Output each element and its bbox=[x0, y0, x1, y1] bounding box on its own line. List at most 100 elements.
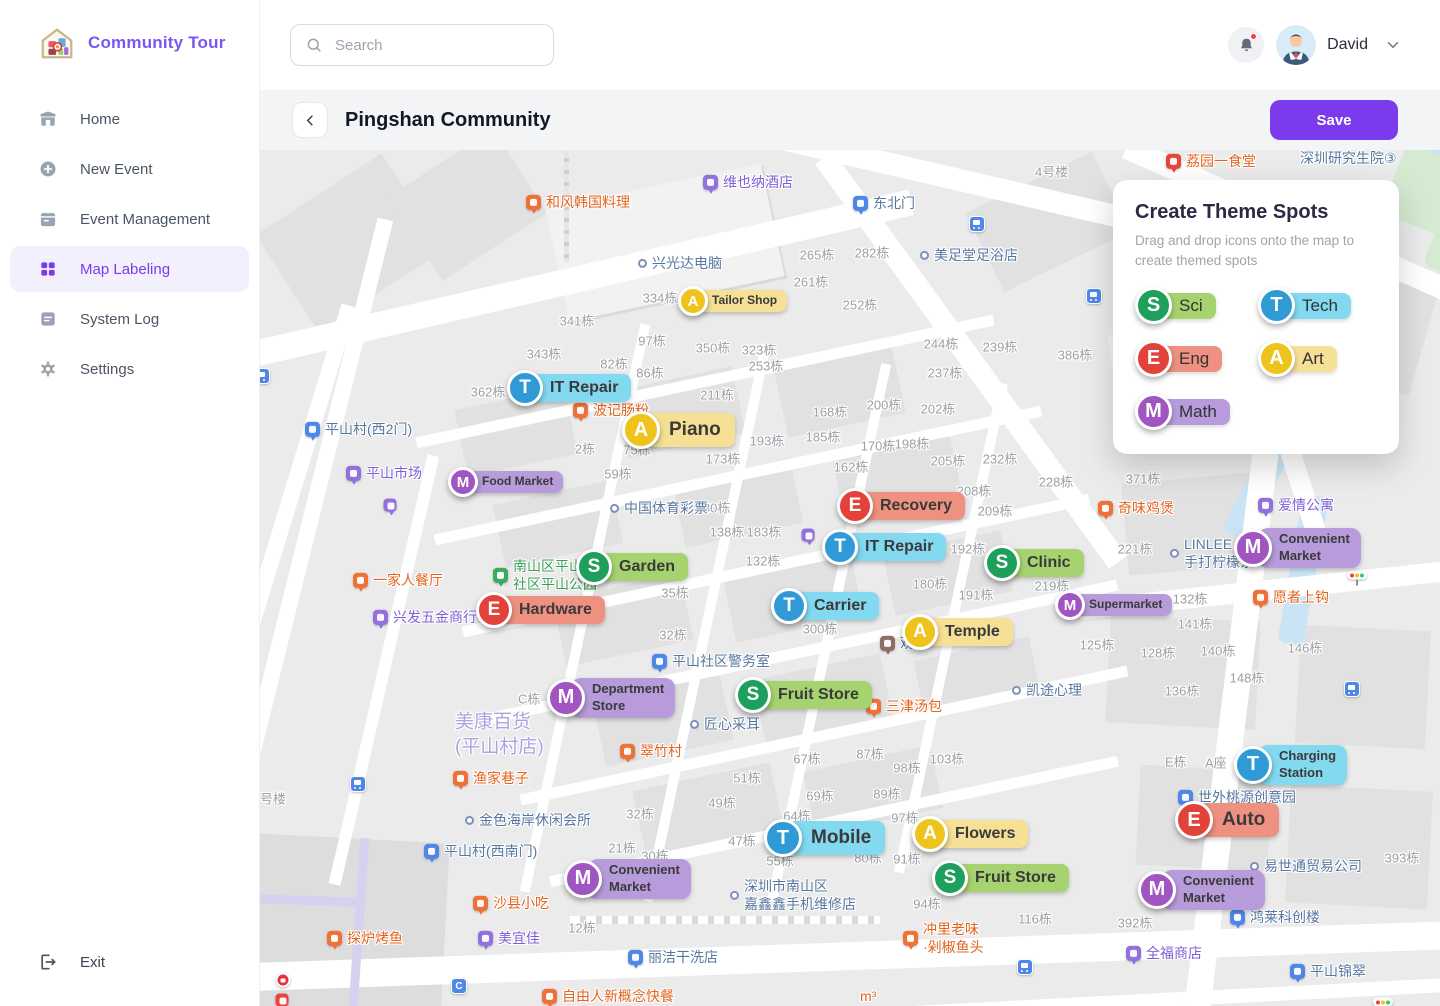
sidebar-item-new-event[interactable]: New Event bbox=[10, 146, 249, 192]
notification-dot bbox=[1250, 33, 1257, 40]
poi-label: 凯途心理 bbox=[1026, 681, 1082, 699]
map-marker-auto[interactable]: EAuto bbox=[1175, 801, 1279, 839]
poi-dot-icon bbox=[730, 891, 739, 900]
building-label: 237栋 bbox=[928, 363, 963, 382]
map-marker-food-market[interactable]: MFood Market bbox=[448, 467, 563, 497]
theme-chip-sci[interactable]: SSci bbox=[1135, 287, 1256, 324]
search-input[interactable] bbox=[333, 36, 523, 55]
building-label: 59栋 bbox=[604, 464, 631, 483]
map-poi: m³ bbox=[860, 987, 876, 1005]
poi-label: 三津汤包 bbox=[886, 697, 942, 715]
theme-chip-eng[interactable]: EEng bbox=[1135, 340, 1256, 377]
poi-label: 深圳市南山区 嘉鑫鑫手机维修店 bbox=[744, 877, 856, 913]
poi-label: 易世通贸易公司 bbox=[1264, 857, 1362, 875]
sidebar-nav: HomeNew EventEvent ManagementMap Labelin… bbox=[0, 92, 259, 396]
map-marker-supermarket[interactable]: MSupermarket bbox=[1055, 590, 1172, 620]
sidebar-item-system-log[interactable]: System Log bbox=[10, 296, 249, 342]
map-marker-flowers[interactable]: AFlowers bbox=[912, 816, 1028, 852]
sidebar-item-settings[interactable]: Settings bbox=[10, 346, 249, 392]
theme-chip-grid: SSciTTechEEngAArtMMath bbox=[1135, 287, 1379, 430]
marker-label: Fruit Store bbox=[757, 681, 872, 710]
poi-label: 美足堂足浴店 bbox=[934, 246, 1018, 264]
map-marker-convenient-market[interactable]: MConvenient Market bbox=[1234, 528, 1361, 568]
map-block bbox=[570, 916, 880, 924]
shop-pin-icon bbox=[384, 499, 397, 512]
building-label: 103栋 bbox=[930, 749, 965, 768]
map-marker-temple[interactable]: ATemple bbox=[902, 614, 1013, 650]
map-marker-recovery[interactable]: ERecovery bbox=[837, 488, 965, 524]
save-button[interactable]: Save bbox=[1270, 100, 1398, 140]
building-label: 244栋 bbox=[924, 334, 959, 353]
grid-icon bbox=[38, 259, 58, 279]
user-menu-chevron-icon[interactable] bbox=[1384, 36, 1402, 54]
theme-chip-art[interactable]: AArt bbox=[1258, 340, 1379, 377]
marker-letter-badge: M bbox=[1138, 871, 1176, 909]
map-marker-tailor-shop[interactable]: ATailor Shop bbox=[678, 286, 787, 316]
poi-label: 全福商店 bbox=[1146, 944, 1202, 962]
poi-label: 和风韩国料理 bbox=[546, 193, 630, 211]
map-marker-convenient-market[interactable]: MConvenient Market bbox=[1138, 870, 1265, 910]
poi-label: 深圳研究生院③ bbox=[1300, 150, 1397, 167]
bus-stop-icon bbox=[260, 368, 270, 384]
map-marker-it-repair[interactable]: TIT Repair bbox=[507, 370, 631, 406]
sidebar-item-event-management[interactable]: Event Management bbox=[10, 196, 249, 242]
map-marker-clinic[interactable]: SClinic bbox=[984, 545, 1084, 581]
marker-label: Fruit Store bbox=[954, 864, 1069, 893]
map-poi: 丽洁干洗店 bbox=[628, 948, 718, 966]
theme-chip-letter: S bbox=[1135, 287, 1172, 324]
map-marker-convenient-market[interactable]: MConvenient Market bbox=[564, 859, 691, 899]
theme-chip-tech[interactable]: TTech bbox=[1258, 287, 1379, 324]
building-label: 362栋 bbox=[471, 382, 506, 401]
marker-letter-badge: S bbox=[576, 549, 612, 585]
app-logo-icon bbox=[38, 24, 76, 62]
building-label: 51栋 bbox=[733, 768, 760, 787]
map-marker-hardware[interactable]: EHardware bbox=[476, 592, 605, 628]
poi-label: 美康百货 (平山村店) bbox=[455, 710, 544, 759]
avatar[interactable] bbox=[1276, 25, 1316, 65]
map-marker-charging-station[interactable]: TCharging Station bbox=[1234, 745, 1347, 785]
plus-icon bbox=[38, 159, 58, 179]
back-button[interactable] bbox=[292, 102, 328, 138]
building-label: 239栋 bbox=[983, 337, 1018, 356]
create-theme-spots-panel: Create Theme Spots Drag and drop icons o… bbox=[1113, 180, 1399, 454]
building-label: 209栋 bbox=[978, 501, 1013, 520]
map-poi: 翠竹村 bbox=[620, 742, 682, 760]
sidebar-item-home[interactable]: Home bbox=[10, 96, 249, 142]
poi-pin-icon bbox=[526, 195, 541, 210]
marker-label: Supermarket bbox=[1071, 594, 1172, 616]
map-marker-fruit-store[interactable]: SFruit Store bbox=[932, 860, 1069, 896]
theme-chip-math[interactable]: MMath bbox=[1135, 393, 1256, 430]
bus-stop-icon bbox=[350, 776, 366, 792]
map-marker-department-store[interactable]: MDepartment Store bbox=[547, 678, 675, 718]
building-label: 89栋 bbox=[873, 784, 900, 803]
map-marker-fruit-store[interactable]: SFruit Store bbox=[735, 677, 872, 713]
marker-letter-badge: M bbox=[1055, 590, 1085, 620]
marker-letter-badge: A bbox=[912, 816, 948, 852]
poi-label: 美宜佳 bbox=[498, 929, 540, 947]
poi-label: C栋 bbox=[518, 692, 540, 709]
map-pin-icon bbox=[276, 994, 289, 1006]
map-marker-mobile[interactable]: TMobile bbox=[764, 819, 885, 857]
building-label: 35栋 bbox=[661, 583, 688, 602]
map-marker-piano[interactable]: APiano bbox=[622, 411, 735, 449]
building-label: 183栋 bbox=[747, 522, 782, 541]
building-label: 87栋 bbox=[856, 744, 883, 763]
poi-dot-icon bbox=[1012, 686, 1021, 695]
poi-label: 号楼 bbox=[260, 792, 286, 809]
search-box[interactable] bbox=[290, 24, 554, 66]
marker-label: Department Store bbox=[571, 678, 675, 718]
sidebar-item-exit[interactable]: Exit bbox=[0, 952, 259, 1006]
map-marker-garden[interactable]: SGarden bbox=[576, 549, 688, 585]
notification-bell[interactable] bbox=[1228, 27, 1264, 63]
building-label: 193栋 bbox=[750, 431, 785, 450]
sidebar-item-map-labeling[interactable]: Map Labeling bbox=[10, 246, 249, 292]
map-poi: 平山锦翠 bbox=[1290, 962, 1366, 980]
map-road bbox=[329, 454, 440, 885]
poi-label: 探炉烤鱼 bbox=[347, 929, 403, 947]
building-label: 97栋 bbox=[638, 331, 665, 350]
map-canvas[interactable]: 334栋341栋343栋97栋82栋86栋362栋350栋323栋253栋211… bbox=[260, 150, 1440, 1006]
map-marker-carrier[interactable]: TCarrier bbox=[771, 588, 879, 624]
marker-label: Recovery bbox=[859, 492, 965, 521]
map-marker-it-repair[interactable]: TIT Repair bbox=[822, 529, 946, 565]
poi-pin-icon bbox=[880, 636, 895, 651]
